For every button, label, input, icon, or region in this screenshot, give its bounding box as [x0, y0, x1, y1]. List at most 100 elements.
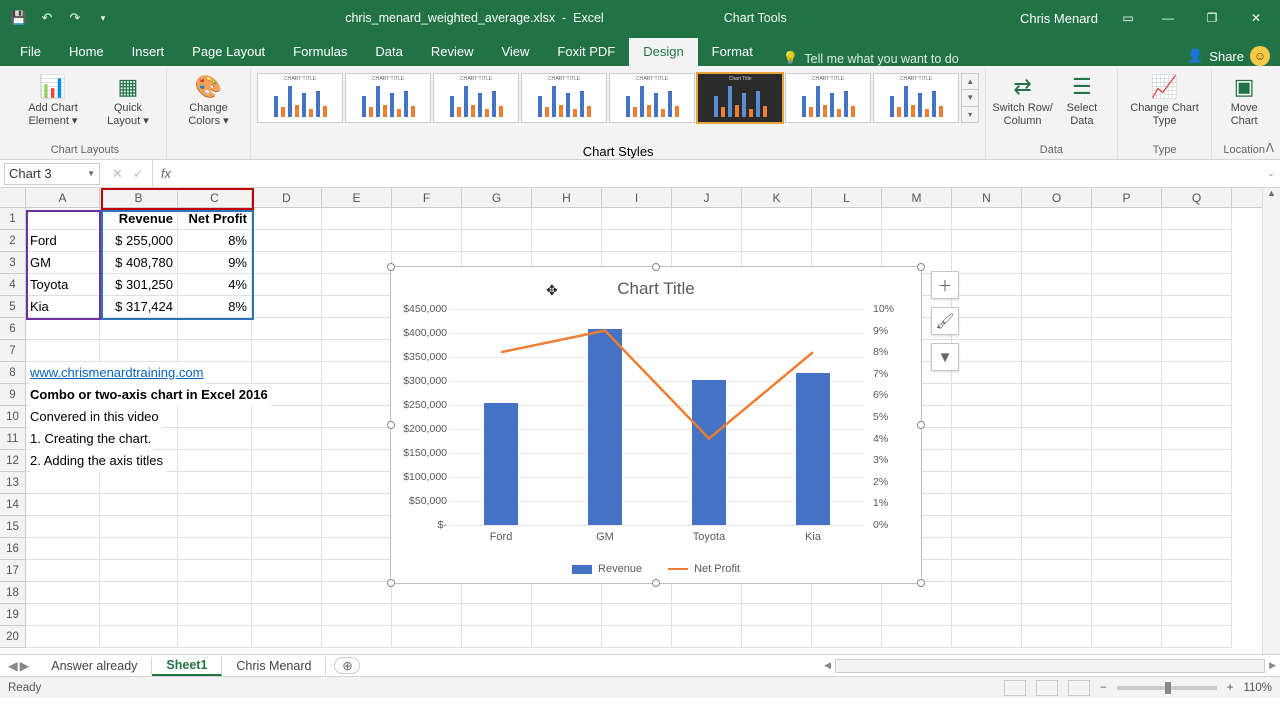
chart-styles-button[interactable]: 🖌 — [931, 307, 959, 335]
cell[interactable] — [1162, 362, 1232, 384]
cell[interactable] — [392, 208, 462, 230]
cell[interactable] — [322, 230, 392, 252]
cell[interactable] — [252, 362, 322, 384]
cell[interactable] — [1092, 494, 1162, 516]
cell[interactable] — [1092, 560, 1162, 582]
cell[interactable] — [252, 208, 322, 230]
cell[interactable] — [252, 384, 322, 406]
hscroll-right-icon[interactable]: ▶ — [1269, 660, 1276, 671]
cell[interactable] — [322, 296, 392, 318]
cell[interactable] — [322, 560, 392, 582]
chart-style-1[interactable]: CHART TITLE — [257, 73, 343, 123]
cell[interactable] — [672, 208, 742, 230]
cell[interactable] — [952, 296, 1022, 318]
cell[interactable] — [462, 604, 532, 626]
cell[interactable] — [602, 230, 672, 252]
tab-scroll-right-icon[interactable]: ▶ — [20, 658, 30, 673]
cell[interactable] — [882, 230, 952, 252]
cell[interactable] — [252, 252, 322, 274]
cell[interactable] — [322, 384, 392, 406]
cell[interactable] — [1162, 296, 1232, 318]
cell[interactable] — [672, 582, 742, 604]
cell[interactable] — [1022, 252, 1092, 274]
cell[interactable] — [952, 318, 1022, 340]
cell[interactable] — [252, 230, 322, 252]
cell[interactable] — [952, 450, 1022, 472]
cell[interactable] — [322, 362, 392, 384]
cell[interactable] — [100, 472, 178, 494]
cell[interactable] — [952, 362, 1022, 384]
name-box[interactable]: Chart 3▼ — [4, 163, 100, 185]
view-normal-icon[interactable] — [1004, 680, 1026, 696]
cell[interactable] — [952, 252, 1022, 274]
cell[interactable] — [26, 318, 100, 340]
resize-handle[interactable] — [652, 263, 660, 271]
cell[interactable] — [952, 516, 1022, 538]
cell[interactable] — [252, 494, 322, 516]
cell[interactable] — [322, 428, 392, 450]
cell[interactable] — [1022, 340, 1092, 362]
cell[interactable] — [462, 230, 532, 252]
cell[interactable] — [26, 384, 100, 406]
cell[interactable] — [252, 296, 322, 318]
cell[interactable] — [1022, 494, 1092, 516]
cell[interactable] — [812, 626, 882, 648]
chart-style-4[interactable]: CHART TITLE — [521, 73, 607, 123]
tab-data[interactable]: Data — [361, 38, 416, 66]
save-icon[interactable]: 💾 — [6, 5, 32, 31]
cell[interactable] — [26, 560, 100, 582]
cell[interactable] — [26, 626, 100, 648]
cell[interactable] — [1022, 384, 1092, 406]
cell[interactable] — [322, 516, 392, 538]
cell[interactable] — [952, 340, 1022, 362]
cell[interactable] — [100, 340, 178, 362]
cell[interactable] — [1022, 362, 1092, 384]
cell[interactable]: $ 408,780 — [100, 252, 178, 274]
cell[interactable] — [462, 208, 532, 230]
cell[interactable] — [1022, 230, 1092, 252]
zoom-slider[interactable] — [1117, 686, 1217, 690]
cell[interactable] — [952, 472, 1022, 494]
cell[interactable] — [100, 450, 178, 472]
cell[interactable] — [532, 604, 602, 626]
cell[interactable] — [882, 604, 952, 626]
cell[interactable] — [1022, 406, 1092, 428]
view-pagelayout-icon[interactable] — [1036, 680, 1058, 696]
cell[interactable] — [322, 604, 392, 626]
restore-icon[interactable]: ❐ — [1192, 3, 1232, 33]
cell[interactable] — [100, 318, 178, 340]
cell[interactable] — [252, 560, 322, 582]
cell[interactable] — [26, 472, 100, 494]
cell[interactable] — [672, 626, 742, 648]
cell[interactable] — [1162, 450, 1232, 472]
cell[interactable] — [178, 406, 252, 428]
cell[interactable] — [252, 406, 322, 428]
cell[interactable] — [392, 604, 462, 626]
cell[interactable] — [1162, 626, 1232, 648]
cell[interactable] — [26, 450, 100, 472]
cell[interactable] — [952, 428, 1022, 450]
cell[interactable] — [742, 582, 812, 604]
cell[interactable] — [252, 318, 322, 340]
cell[interactable] — [812, 230, 882, 252]
minimize-icon[interactable]: — — [1148, 3, 1188, 33]
cell[interactable] — [1162, 604, 1232, 626]
cell[interactable] — [322, 406, 392, 428]
cell[interactable] — [1022, 274, 1092, 296]
cell[interactable] — [322, 494, 392, 516]
cell[interactable] — [100, 406, 178, 428]
select-all-corner[interactable] — [0, 188, 26, 207]
cell[interactable] — [100, 626, 178, 648]
cell[interactable] — [1092, 384, 1162, 406]
column-headers[interactable]: ABC DEFG HIJK LMNO PQ — [0, 188, 1280, 208]
worksheet-grid[interactable]: ABC DEFG HIJK LMNO PQ 1RevenueNet Profit… — [0, 188, 1280, 654]
cell[interactable]: $ 301,250 — [100, 274, 178, 296]
cell[interactable]: 4% — [178, 274, 252, 296]
cell[interactable] — [1162, 208, 1232, 230]
resize-handle[interactable] — [652, 579, 660, 587]
cell[interactable] — [952, 538, 1022, 560]
cancel-formula-icon[interactable]: ✕ — [112, 166, 123, 182]
cell[interactable] — [26, 428, 100, 450]
undo-icon[interactable]: ↶ — [34, 5, 60, 31]
close-icon[interactable]: ✕ — [1236, 3, 1276, 33]
